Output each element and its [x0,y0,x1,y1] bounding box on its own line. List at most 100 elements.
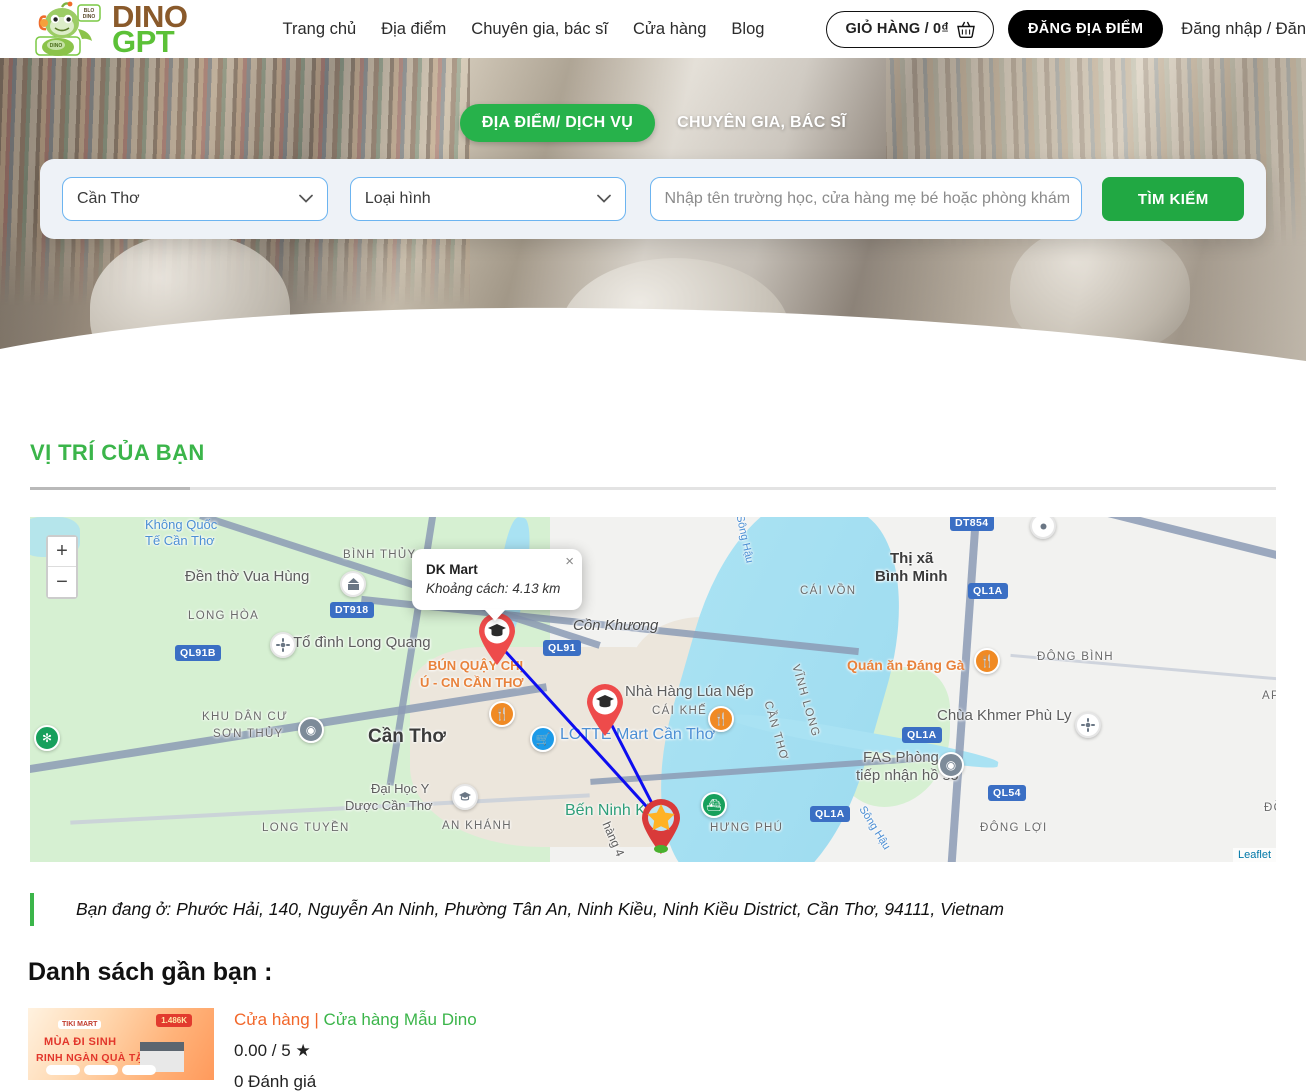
popup-tip [484,609,506,621]
map-poi-temple-vua-hung[interactable] [340,571,366,597]
map-zoom-controls: + − [46,535,78,599]
svg-text:DINO: DINO [50,43,63,49]
map-label-4: LONG HÒA [188,610,260,622]
hero-banner: ĐỊA ĐIỂM/ DỊCH VỤ CHUYÊN GIA, BÁC SĨ Cần… [0,58,1306,383]
province-select-value: Cần Thơ [77,190,140,207]
map-label-28: ĐÔNG BÌNH [1037,651,1114,663]
thumb-brand-logo: TIKI MART [58,1020,102,1029]
map-poi-khu-dan-cu[interactable]: ◉ [298,717,324,743]
list-item-thumbnail[interactable]: TIKI MART 1.486K MÙA ĐI SINH RINH NGÀN Q… [28,1008,214,1080]
map-shield-6: QL1A [810,806,850,822]
nav-item-blog[interactable]: Blog [731,20,764,39]
list-item-review-count: 0 Đánh giá [234,1072,317,1091]
map-label-30: FAS Phòng [863,749,939,766]
type-select-value: Loại hình [364,190,431,207]
keyword-input[interactable]: Nhập tên trường học, cửa hàng mẹ bé hoặc… [649,177,1083,221]
map-label-8: Cần Thơ [368,726,446,747]
map-label-29: Chùa Khmer Phù Ly [937,707,1072,724]
map-label-27: Quán ăn Đáng Gà [847,657,965,673]
map-label-10: Dược Cần Thơ [345,798,433,813]
map-label-3: BÌNH THỦY [343,549,417,561]
list-item-separator: | [314,1010,319,1029]
map-label-18: Nhà Hàng Lúa Nếp [625,683,754,700]
map-label-11: LONG TUYỀN [262,822,350,834]
list-item-rating: 0.00 / 5 ★ [234,1041,477,1061]
popup-distance: Khoảng cách: 4.13 km [426,581,561,596]
map-pin-school-2[interactable] [584,683,626,737]
map-label-1: Tế Cần Thơ [145,533,215,548]
site-header: BLO DINO DINO DINO GPT Trang chủ Địa điể… [0,0,1306,58]
map-label-24: CÁI VỒN [800,585,857,597]
tab-experts-doctors[interactable]: CHUYÊN GIA, BÁC SĨ [677,114,846,132]
title-divider [30,487,1276,490]
map-label-5: Tổ đình Long Quang [293,634,431,651]
map-poi-lotte-mart[interactable]: 🛒 [530,726,556,752]
search-button[interactable]: TÌM KIẾM [1102,177,1244,221]
list-item-title-row: Cửa hàng | Cửa hàng Mẫu Dino [234,1010,477,1030]
post-place-button[interactable]: ĐĂNG ĐỊA ĐIỂM [1007,10,1164,48]
map-shield-3: DT854 [950,517,994,531]
map-zoom-in-button[interactable]: + [48,537,76,567]
map-label-32: ĐÔNG LỢI [980,822,1048,834]
map-poi-chua-khmer-phu-ly[interactable] [1075,712,1101,738]
map-label-9: Đại Học Y [371,781,430,796]
map-popup-dk-mart[interactable]: × DK Mart Khoảng cách: 4.13 km [412,549,582,621]
hero-tabs: ĐỊA ĐIỂM/ DỊCH VỤ CHUYÊN GIA, BÁC SĨ [0,104,1306,142]
thumb-pill-row [46,1065,156,1075]
map-poi-restaurant-2[interactable]: 🍴 [708,706,734,732]
chevron-down-icon [299,194,313,204]
map-poi-quan-an-dang-ga[interactable]: 🍴 [974,648,1000,674]
map-pin-your-location[interactable] [638,797,680,854]
map-label-12: AN KHÁNH [442,820,512,832]
page-title: VỊ TRÍ CỦA BẠN [30,440,205,465]
map-poi-fas-phong[interactable]: ◉ [938,752,964,778]
main-nav: Trang chủ Địa điểm Chuyên gia, bác sĩ Cử… [283,20,765,39]
list-item-body: Cửa hàng | Cửa hàng Mẫu Dino 0.00 / 5 ★ … [234,1008,477,1092]
map-label-25: Thị xã [890,550,934,567]
logo[interactable]: BLO DINO DINO DINO GPT [22,0,188,58]
list-item-name[interactable]: Cửa hàng Mẫu Dino [324,1010,477,1029]
nav-item-shop[interactable]: Cửa hàng [633,20,706,39]
type-select[interactable]: Loại hình [349,177,626,221]
map-label-34: ĐỒN [1264,802,1276,814]
map-label-19: CÁI KHẾ [652,705,708,717]
map-poi-to-dinh-long-quang[interactable] [270,632,296,658]
cart-button[interactable]: GIỎ HÀNG / 0₫ [826,10,994,48]
nearby-heading: Danh sách gần bạn : [28,958,273,986]
list-item-category[interactable]: Cửa hàng [234,1010,310,1029]
map-attribution[interactable]: Leaflet [1232,848,1276,862]
basket-icon [957,21,975,38]
nav-item-home[interactable]: Trang chủ [283,20,357,39]
map-shield-1: QL91B [175,645,221,661]
map-poi-dai-hoc-y-duoc[interactable] [452,784,478,810]
map-poi-ben-ninh-kieu[interactable]: ⛴ [701,792,727,818]
map-label-6: KHU DÂN CƯ [202,711,289,723]
chevron-down-icon [596,194,611,204]
current-address: Bạn đang ở: Phước Hải, 140, Nguyễn An Ni… [30,893,1276,926]
map-shield-2: QL91 [543,640,581,656]
nav-item-places[interactable]: Địa điểm [381,20,446,39]
dino-mascot-icon: BLO DINO DINO [22,1,108,57]
popup-title: DK Mart [426,562,478,577]
map-shield-0: DT918 [330,602,374,618]
map-zoom-out-button[interactable]: − [48,567,76,597]
map-poi-restaurant-1[interactable]: 🍴 [489,701,515,727]
cart-label: GIỎ HÀNG / 0₫ [845,21,949,37]
popup-close-icon[interactable]: × [565,553,574,570]
map-shield-4: QL1A [968,583,1008,599]
leaflet-map[interactable]: + − Không Quốc Tế Cần Thơ Đền thờ Vua Hù… [30,517,1276,862]
logo-text: DINO GPT [112,0,188,57]
map-label-2: Đền thờ Vua Hùng [185,568,310,585]
thumb-badge: 1.486K [156,1014,192,1027]
map-label-26: Bình Minh [875,568,948,585]
map-label-14: Ú - CN CẦN THƠ [420,675,524,690]
map-shield-5: QL1A [902,727,942,743]
map-poi-green-left[interactable]: ✻ [34,725,60,751]
nav-item-experts[interactable]: Chuyên gia, bác sĩ [471,20,608,39]
list-item[interactable]: TIKI MART 1.486K MÙA ĐI SINH RINH NGÀN Q… [28,1008,1276,1092]
auth-link[interactable]: Đăng nhập / Đăng ký [1181,20,1306,39]
svg-text:DINO: DINO [83,14,96,20]
province-select[interactable]: Cần Thơ [62,177,328,221]
tab-places-services[interactable]: ĐỊA ĐIỂM/ DỊCH VỤ [459,104,656,142]
map-label-7: SƠN THỦY [213,728,284,740]
